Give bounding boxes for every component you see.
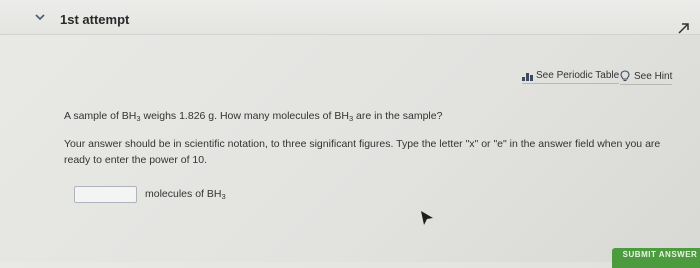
answer-unit-label: molecules of BH3: [145, 188, 226, 201]
mouse-cursor-icon: [421, 211, 433, 225]
question-text: A sample of BH3 weighs 1.826 g. How many…: [64, 110, 443, 123]
attempt-title: 1st attempt: [60, 12, 130, 27]
periodic-table-button[interactable]: See Periodic Table: [522, 70, 620, 84]
periodic-table-label: See Periodic Table: [536, 70, 620, 81]
hint-label: See Hint: [634, 70, 673, 82]
hint-icon: [620, 70, 630, 82]
see-hint-button[interactable]: See Hint: [620, 70, 673, 85]
instructions-text: Your answer should be in scientific nota…: [64, 138, 661, 167]
answer-input[interactable]: [74, 186, 137, 203]
periodic-table-icon: [522, 72, 533, 81]
chevron-down-icon[interactable]: [34, 12, 46, 22]
submit-answer-button[interactable]: SUBMIT ANSWER: [612, 248, 700, 268]
arrow-up-icon[interactable]: [676, 20, 692, 36]
